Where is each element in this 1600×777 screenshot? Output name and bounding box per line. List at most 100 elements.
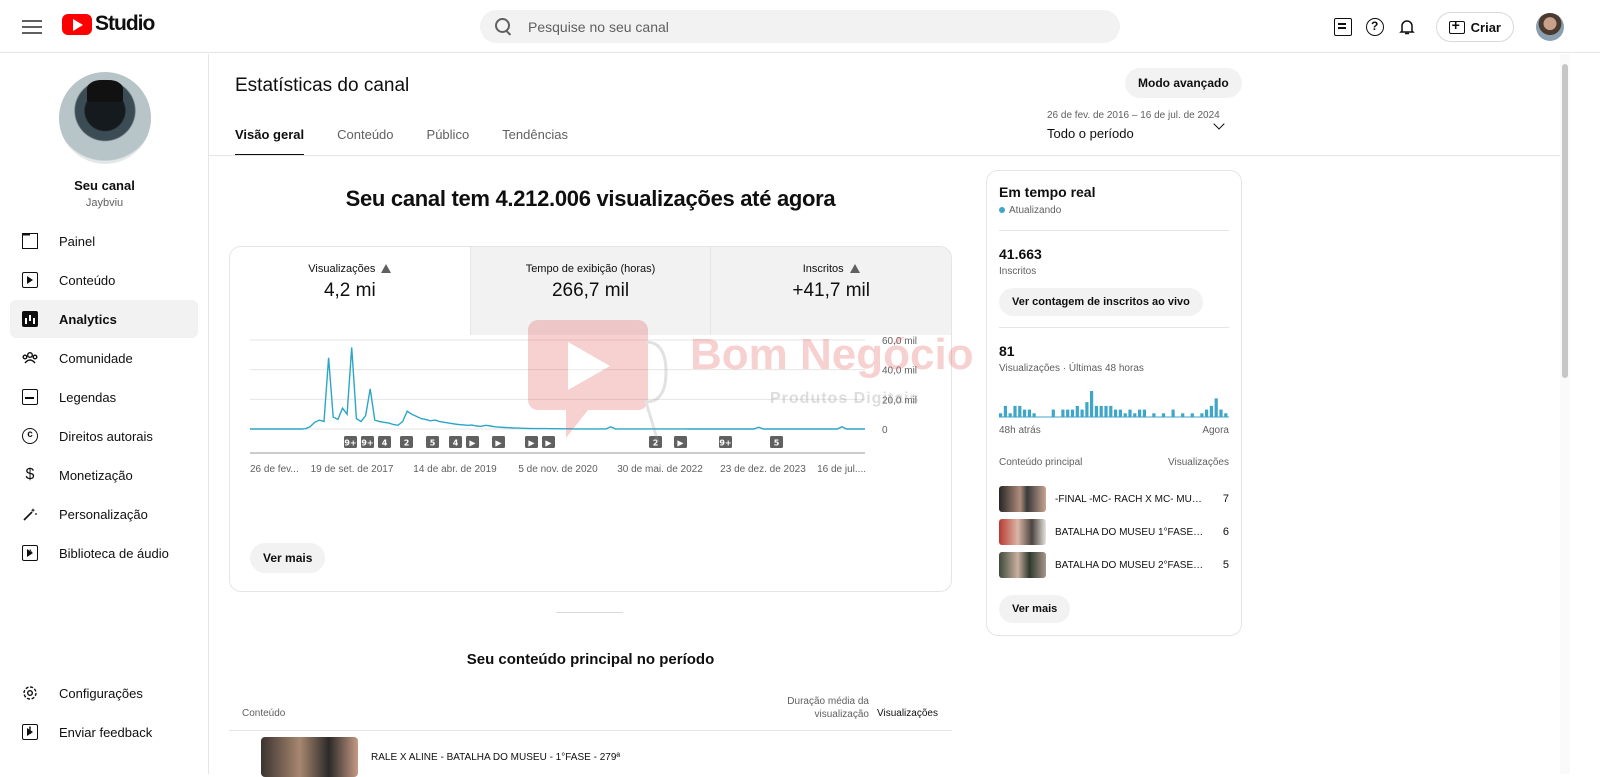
metric-label: Visualizações [308,263,376,275]
sidebar-item-direitos-autorais[interactable]: c Direitos autorais [10,417,198,455]
series-line [250,347,865,430]
realtime-views-value: 81 [999,343,1015,359]
metric-label: Inscritos [802,263,844,275]
create-label: Criar [1470,19,1501,35]
sidebar-item-monetizacao[interactable]: $ Monetização [10,456,198,494]
realtime-bar [1171,409,1175,417]
list-item[interactable]: -FINAL -MC- RACH X MC- MURILO 7 [999,486,1229,512]
feedback-icon: ! [22,724,38,740]
sidebar-item-label: Configurações [59,685,143,701]
realtime-bar [1013,405,1017,417]
video-title[interactable]: RALE X ALINE - BATALHA DO MUSEU - 1°FASE… [371,752,620,763]
sidebar-item-enviar-feedback[interactable]: ! Enviar feedback [10,713,198,751]
realtime-bar [1133,413,1137,417]
sidebar-item-biblioteca-audio[interactable]: ♪ Biblioteca de áudio [10,534,198,572]
tabs: Visão geral Conteúdo Público Tendências [235,127,568,156]
realtime-see-more-button[interactable]: Ver mais [999,595,1071,623]
views-header: Visualizações [1168,457,1229,468]
x-tick-label: 5 de nov. de 2020 [518,464,598,475]
sidebar-item-configuracoes[interactable]: Configurações [10,674,198,712]
realtime-bar [1138,409,1142,417]
tab-audience[interactable]: Público [427,127,470,156]
x-tick-label: 26 de fev... [250,464,299,475]
menu-icon[interactable] [20,16,44,36]
realtime-bar [1051,409,1055,417]
page-title: Estatísticas do canal [235,75,410,96]
live-subscriber-count-button[interactable]: Ver contagem de inscritos ao vivo [999,288,1203,316]
advanced-mode-button[interactable]: Modo avançado [1125,68,1242,98]
realtime-bar [1200,413,1204,417]
y-tick-label: 40,0 mil [882,366,917,377]
video-marker-label: 2 [653,439,659,448]
divider [999,230,1229,231]
sidebar-item-label: Painel [59,233,96,249]
youtube-play-icon [62,13,92,35]
comments-icon[interactable] [1333,18,1352,36]
video-views: 5 [1222,559,1229,571]
realtime-bar [1214,398,1218,417]
sidebar-item-legendas[interactable]: Legendas [10,378,198,416]
video-marker-label: ▶ [528,439,535,448]
video-marker-label: 2 [404,439,410,448]
scrollbar-thumb[interactable] [1562,64,1568,378]
realtime-bar [1061,409,1065,417]
sidebar-item-label: Enviar feedback [59,724,153,740]
realtime-bar [1190,413,1194,417]
video-thumbnail[interactable] [261,737,358,777]
channel-avatar[interactable] [59,72,151,164]
realtime-bar [1118,409,1122,417]
sidebar-item-painel[interactable]: Painel [10,222,198,260]
list-item[interactable]: BATALHA DO MUSEU 1°FASE TORNEIO 6 [999,519,1229,545]
live-dot-icon [999,207,1005,213]
video-marker-label: 5 [430,439,436,448]
video-thumbnail [999,519,1046,545]
realtime-bar [1032,413,1036,417]
video-title: -FINAL -MC- RACH X MC- MURILO [1055,494,1205,505]
main-content: Estatísticas do canal Modo avançado Visã… [209,54,1560,777]
video-marker-label: ▶ [677,439,684,448]
search-input[interactable] [528,18,1088,35]
x-tick-label: 16 de jul.... [817,464,866,475]
video-marker-label: 4 [382,439,388,448]
monetization-icon: $ [25,466,35,483]
realtime-bar [1123,413,1127,417]
column-views[interactable]: Visualizações [877,708,938,719]
realtime-bar [1090,391,1094,417]
realtime-status: Atualizando [1009,205,1062,216]
help-icon[interactable]: ? [1365,18,1384,36]
video-marker-label: ▶ [495,439,502,448]
realtime-bar [1205,409,1209,417]
create-button[interactable]: Criar [1435,12,1514,42]
video-marker-label: 9+ [719,439,731,448]
see-more-button[interactable]: Ver mais [250,543,326,573]
sidebar-item-comunidade[interactable]: Comunidade [10,339,198,377]
top-content-header: Conteúdo principal [999,457,1083,468]
sidebar-item-analytics[interactable]: Analytics [10,300,198,338]
realtime-bar [1142,409,1146,417]
youtube-studio-logo[interactable]: Studio [62,12,155,36]
tab-content[interactable]: Conteúdo [337,127,393,156]
metric-subscribers-tab[interactable]: Inscritos +41,7 mil [711,247,951,335]
page-scrollbar[interactable] [1560,54,1570,774]
realtime-bar [1209,405,1213,417]
section-divider [556,612,623,613]
account-avatar[interactable] [1536,13,1564,41]
metric-watch-time-tab[interactable]: Tempo de exibição (horas) 266,7 mil [470,247,712,335]
x-tick-label: 23 de dez. de 2023 [720,464,806,475]
sidebar-item-conteudo[interactable]: Conteúdo [10,261,198,299]
sidebar-item-label: Conteúdo [59,272,116,288]
list-item[interactable]: BATALHA DO MUSEU 2°FASE TORNEIO 5 [999,552,1229,578]
tab-overview[interactable]: Visão geral [235,127,305,156]
top-content-title: Seu conteúdo principal no período [466,651,715,668]
tab-trends[interactable]: Tendências [502,127,568,156]
x-tick-label: 19 de set. de 2017 [311,464,394,475]
metric-value: +41,7 mil [792,280,870,301]
search-icon[interactable] [495,17,513,36]
realtime-bar [1003,405,1007,417]
notifications-icon[interactable] [1398,18,1416,36]
sidebar-item-personalizacao[interactable]: Personalização [10,495,198,533]
search-bar[interactable] [480,10,1120,43]
metric-views-tab[interactable]: Visualizações 4,2 mi [230,247,471,335]
realtime-bar [1104,405,1108,417]
realtime-bar [1066,409,1070,417]
